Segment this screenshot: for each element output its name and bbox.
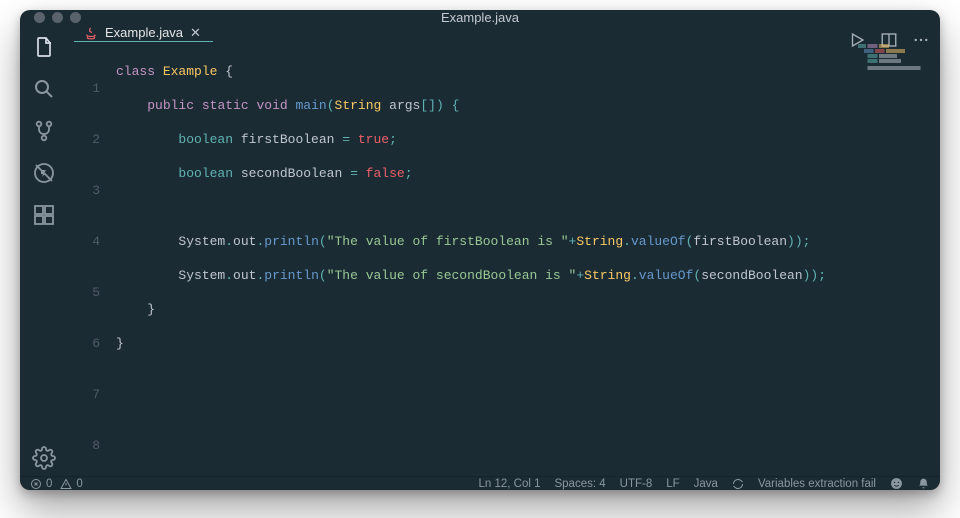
explorer-icon[interactable]	[32, 35, 56, 59]
code-line: class Example {	[116, 63, 826, 80]
tab-label: Example.java	[105, 25, 183, 40]
status-errors[interactable]: 0	[30, 478, 52, 490]
code-line: }	[116, 335, 826, 352]
window-controls	[34, 12, 81, 23]
debug-icon[interactable]	[32, 161, 56, 185]
close-window-button[interactable]	[34, 12, 45, 23]
code-line	[116, 403, 826, 420]
code-line: System.out.println("The value of firstBo…	[116, 233, 826, 250]
titlebar: Example.java	[20, 10, 940, 25]
search-icon[interactable]	[32, 77, 56, 101]
line-gutter: 1 2 3 4 5 6 7 8 9 10 11	[68, 46, 108, 490]
java-file-icon	[84, 26, 98, 40]
minimap[interactable]	[858, 44, 936, 74]
code-line: }	[116, 301, 826, 318]
code-line	[116, 369, 826, 386]
tab-example-java[interactable]: Example.java ✕	[74, 25, 213, 42]
close-tab-icon[interactable]: ✕	[190, 25, 201, 41]
activity-bar	[20, 25, 68, 476]
code-line	[116, 199, 826, 216]
zoom-window-button[interactable]	[70, 12, 81, 23]
code-line: boolean firstBoolean = true;	[116, 131, 826, 148]
window-title: Example.java	[20, 10, 940, 25]
source-control-icon[interactable]	[32, 119, 56, 143]
extensions-icon[interactable]	[32, 203, 56, 227]
code-line: boolean secondBoolean = false;	[116, 165, 826, 182]
editor-area: Example.java ✕ 1 2	[68, 25, 940, 476]
code-editor[interactable]: 1 2 3 4 5 6 7 8 9 10 11 class Example { …	[68, 42, 940, 490]
app-body: Example.java ✕ 1 2	[20, 25, 940, 476]
code-content: class Example { public static void main(…	[108, 46, 826, 490]
tab-bar: Example.java ✕	[68, 25, 940, 42]
app-window: Example.java	[20, 10, 940, 490]
code-line: public static void main(String args[]) {	[116, 97, 826, 114]
code-line: System.out.println("The value of secondB…	[116, 267, 826, 284]
settings-gear-icon[interactable]	[32, 446, 56, 470]
minimize-window-button[interactable]	[52, 12, 63, 23]
